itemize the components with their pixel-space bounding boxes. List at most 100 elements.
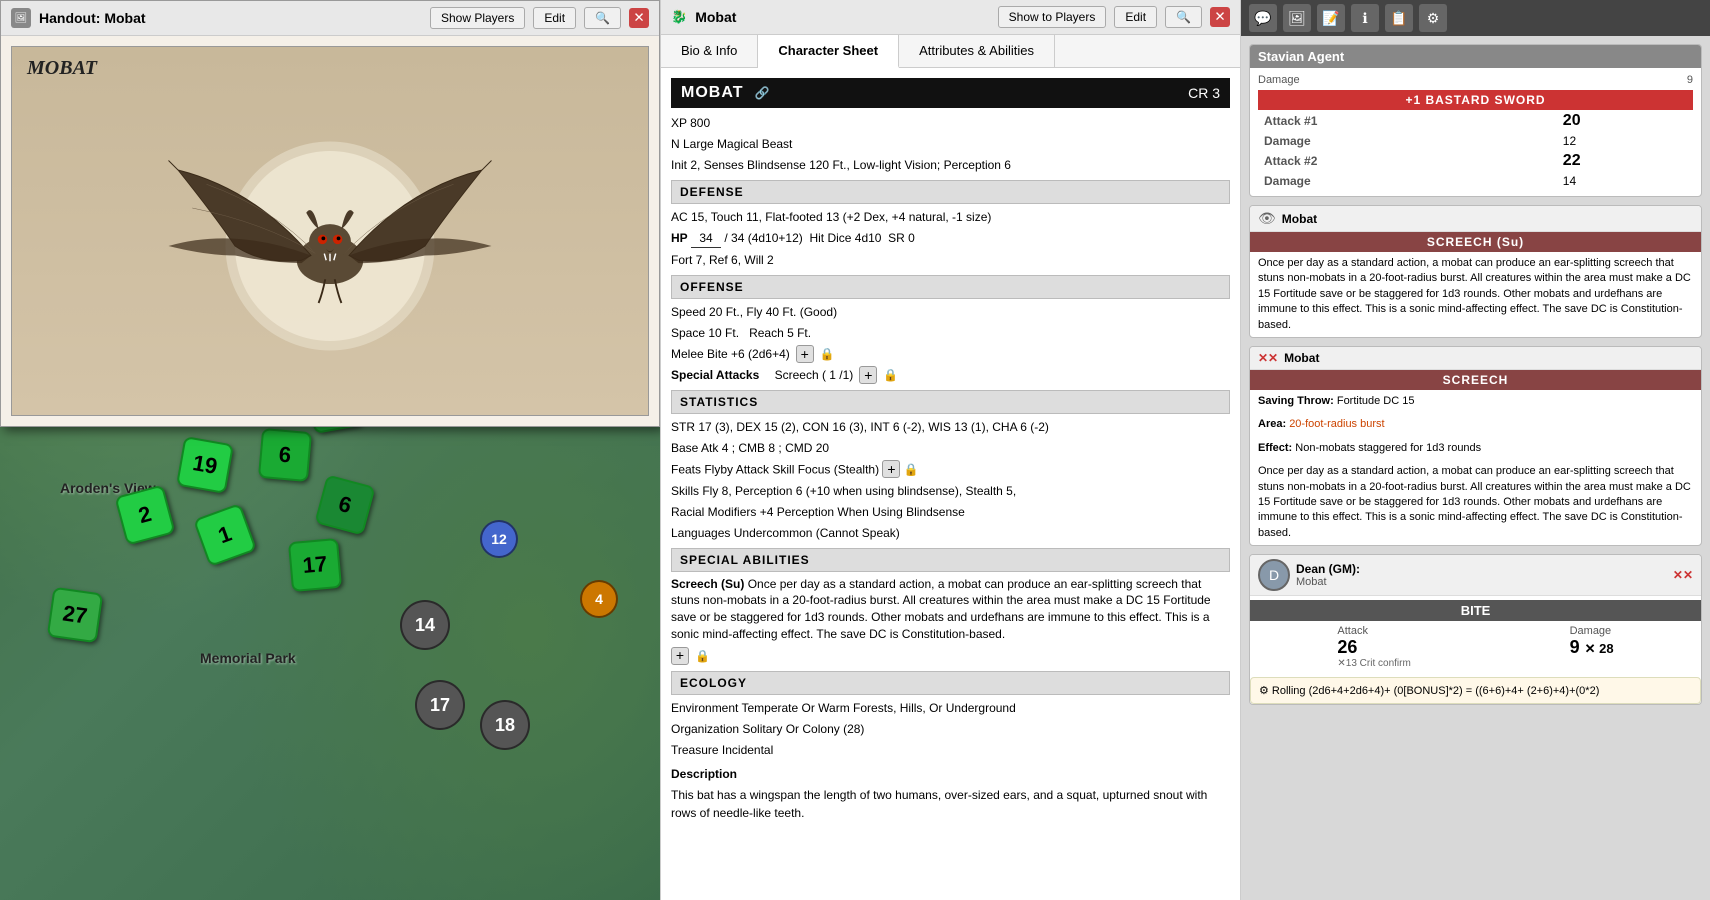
description-text: This bat has a wingspan the length of tw…	[671, 786, 1230, 822]
special-attacks-lock-icon: 🔒	[883, 366, 898, 384]
damage-row: Damage 9	[1258, 74, 1693, 86]
dean-bite-card: D Dean (GM): Mobat ✕✕ BITE Attack 26 ✕13…	[1249, 554, 1702, 705]
feats-row: Feats Flyby Attack Skill Focus (Stealth)…	[671, 460, 1230, 479]
handout-close-button[interactable]: ✕	[629, 8, 649, 28]
feats-add-button[interactable]: +	[882, 460, 900, 478]
char-search-button[interactable]: 🔍	[1165, 6, 1202, 28]
stavian-card: Stavian Agent Damage 9 +1 BASTARD SWORD …	[1249, 44, 1702, 197]
mobat-screech-card1: 👁 Mobat SCREECH (Su) Once per day as a s…	[1249, 205, 1702, 338]
environment-row: Environment Temperate Or Warm Forests, H…	[671, 699, 1230, 717]
screech-add-button[interactable]: +	[671, 647, 689, 665]
screech-buttons-row: + 🔒	[671, 647, 1230, 665]
char-body: MOBAT 🔗 CR 3 XP 800 N Large Magical Beas…	[661, 68, 1240, 900]
circle-token-18[interactable]: 18	[480, 700, 530, 750]
screech-area: Area: 20-foot-radius burst	[1250, 413, 1701, 436]
roll-result: ⚙ Rolling (2d6+4+2d6+4)+ (0[BONUS]*2) = …	[1250, 677, 1701, 704]
xx-mark: ✕✕	[1258, 351, 1278, 365]
statistics-header: STATISTICS	[671, 390, 1230, 414]
list-icon[interactable]: 📋	[1385, 4, 1413, 32]
screech-body2: Once per day as a standard action, a mob…	[1250, 460, 1701, 545]
bab-cmb-cmd-row: Base Atk 4 ; CMB 8 ; CMD 20	[671, 439, 1230, 457]
mobat-header1: 👁 Mobat	[1250, 206, 1701, 232]
circle-token-14[interactable]: 14	[400, 600, 450, 650]
handout-window-icon: 🖼	[11, 8, 31, 28]
init-senses-row: Init 2, Senses Blindsense 120 Ft., Low-l…	[671, 156, 1230, 174]
space-reach-row: Space 10 Ft. Reach 5 Ft.	[671, 324, 1230, 342]
bite-stats-row: Attack 26 ✕13 Crit confirm Damage 9 ✕ 28	[1250, 621, 1701, 673]
right-body: Stavian Agent Damage 9 +1 BASTARD SWORD …	[1241, 36, 1710, 900]
map-label-memorial: Memorial Park	[200, 650, 296, 666]
saves-row: Fort 7, Ref 6, Will 2	[671, 251, 1230, 269]
dean-entity: Mobat	[1296, 576, 1360, 588]
attack-col: Attack 26 ✕13 Crit confirm	[1337, 625, 1410, 669]
info-icon[interactable]: ℹ	[1351, 4, 1379, 32]
char-title: Mobat	[695, 9, 989, 25]
bat-illustration	[140, 96, 520, 396]
melee-add-button[interactable]: +	[796, 345, 814, 363]
text-icon[interactable]: 📝	[1317, 4, 1345, 32]
tab-bio[interactable]: Bio & Info	[661, 35, 758, 67]
char-close-button[interactable]: ✕	[1210, 7, 1230, 27]
handout-search-button[interactable]: 🔍	[584, 7, 621, 29]
chat-icon[interactable]: 💬	[1249, 4, 1277, 32]
feats-lock-icon: 🔒	[904, 463, 919, 477]
dice-token-27[interactable]: 27	[47, 587, 103, 643]
damage-col: Damage 9 ✕ 28	[1570, 625, 1614, 669]
handout-content: MOBAT	[1, 36, 659, 426]
defense-header: DEFENSE	[671, 180, 1230, 204]
special-attacks-add-button[interactable]: +	[859, 366, 877, 384]
tab-attributes[interactable]: Attributes & Abilities	[899, 35, 1055, 67]
attack-table: Attack #1 20 Damage 12 Attack #2 22 Dama…	[1258, 110, 1693, 190]
sword-title: +1 BASTARD SWORD	[1258, 90, 1693, 110]
screech-card2-body: SCREECH Saving Throw: Fortitude DC 15 Ar…	[1250, 370, 1701, 545]
dice-token-19[interactable]: 19	[176, 436, 234, 494]
damage2-row: Damage 14	[1258, 172, 1693, 190]
screech-card1-body: SCREECH (Su) Once per day as a standard …	[1250, 232, 1701, 337]
attack1-row: Attack #1 20	[1258, 110, 1693, 132]
dean-info: Dean (GM): Mobat	[1296, 562, 1360, 588]
speed-row: Speed 20 Ft., Fly 40 Ft. (Good)	[671, 303, 1230, 321]
ac-row: AC 15, Touch 11, Flat-footed 13 (+2 Dex,…	[671, 208, 1230, 226]
xp-row: XP 800	[671, 114, 1230, 132]
melee-lock-icon: 🔒	[820, 345, 835, 363]
char-window-icon: 🐉	[671, 9, 687, 25]
mobat-screech-card2: ✕✕ Mobat SCREECH Saving Throw: Fortitude…	[1249, 346, 1702, 546]
circle-token-12[interactable]: 12	[480, 520, 518, 558]
image-icon[interactable]: 🖼	[1283, 4, 1311, 32]
stavian-body: Damage 9 +1 BASTARD SWORD Attack #1 20 D…	[1250, 68, 1701, 196]
languages-row: Languages Undercommon (Cannot Speak)	[671, 524, 1230, 542]
screech-lock-icon: 🔒	[695, 647, 710, 665]
handout-panel: 🖼 Handout: Mobat Show Players Edit 🔍 ✕ M…	[0, 0, 660, 427]
creature-name: MOBAT 🔗	[681, 84, 771, 102]
right-panel: 💬 🖼 📝 ℹ 📋 ⚙ Stavian Agent Damage 9 +1 BA…	[1240, 0, 1710, 900]
description-label: Description	[671, 765, 1230, 783]
abilities-row: STR 17 (3), DEX 15 (2), CON 16 (3), INT …	[671, 418, 1230, 436]
right-toolbar: 💬 🖼 📝 ℹ 📋 ⚙	[1241, 0, 1710, 36]
type-row: N Large Magical Beast	[671, 135, 1230, 153]
dice-token-6a[interactable]: 6	[258, 428, 312, 482]
circle-token-4[interactable]: 4	[580, 580, 618, 618]
tab-character-sheet[interactable]: Character Sheet	[758, 35, 899, 68]
dean-name: Dean (GM):	[1296, 562, 1360, 576]
char-show-to-players-button[interactable]: Show to Players	[998, 6, 1107, 28]
circle-token-17b[interactable]: 17	[415, 680, 465, 730]
mobat-image: MOBAT	[11, 46, 649, 416]
creature-header: MOBAT 🔗 CR 3	[671, 78, 1230, 108]
creature-cr: CR 3	[1188, 85, 1220, 101]
dean-header: D Dean (GM): Mobat ✕✕	[1250, 555, 1701, 596]
melee-row: Melee Bite +6 (2d6+4) + 🔒	[671, 345, 1230, 363]
char-edit-button[interactable]: Edit	[1114, 6, 1157, 28]
skills-row: Skills Fly 8, Perception 6 (+10 when usi…	[671, 482, 1230, 500]
settings-icon[interactable]: ⚙	[1419, 4, 1447, 32]
special-abilities-header: SPECIAL ABILITIES	[671, 548, 1230, 572]
bite-card-body: BITE Attack 26 ✕13 Crit confirm Damage 9…	[1250, 600, 1701, 704]
dice-token-17[interactable]: 17	[288, 538, 342, 592]
stavian-header: Stavian Agent	[1250, 45, 1701, 68]
racial-mod-row: Racial Modifiers +4 Perception When Usin…	[671, 503, 1230, 521]
handout-show-players-button[interactable]: Show Players	[430, 7, 525, 29]
bite-title: BITE	[1250, 600, 1701, 621]
screech-body1: Once per day as a standard action, a mob…	[1250, 252, 1701, 337]
handout-edit-button[interactable]: Edit	[533, 7, 576, 29]
eye-icon1[interactable]: 👁	[1258, 210, 1276, 227]
screech-title2: SCREECH	[1250, 370, 1701, 390]
